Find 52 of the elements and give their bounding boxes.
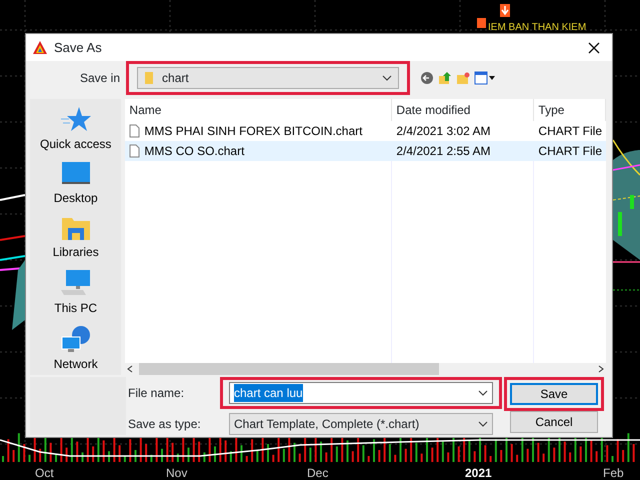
file-type: CHART File — [537, 123, 603, 140]
save-as-type-label: Save as type: — [128, 416, 202, 433]
place-item[interactable]: This PC — [54, 269, 98, 317]
chevron-icon — [478, 421, 488, 427]
indicator-line — [613, 261, 640, 263]
place-item[interactable]: Libraries — [52, 215, 99, 261]
app-logo-icon — [32, 40, 48, 56]
file-name: MMS CO SO.chart — [144, 143, 244, 160]
indicator-line — [0, 255, 26, 261]
file-name-field[interactable]: chart can luu — [229, 382, 493, 404]
folder-icon — [144, 71, 154, 85]
file-date: 2/4/2021 3:02 AM — [395, 123, 492, 140]
chart-label: IEM BAN THAN KIEM — [488, 22, 586, 33]
candle — [630, 195, 634, 209]
axis-label: Oct — [35, 466, 54, 480]
file-icon — [129, 124, 140, 138]
scroll-right-icon[interactable] — [596, 364, 606, 374]
window-title: Save As — [54, 38, 102, 57]
monitor-icon — [60, 161, 91, 187]
file-type: CHART File — [537, 143, 603, 160]
axis-label: 2021 — [465, 466, 492, 480]
dialog-button[interactable]: Cancel — [510, 411, 598, 433]
indicator-line — [0, 235, 26, 241]
chevron-icon — [478, 390, 488, 396]
computer-icon — [60, 269, 91, 297]
candle — [618, 212, 622, 236]
chevron-icon — [382, 75, 392, 81]
file-date: 2/4/2021 2:55 AM — [395, 143, 492, 160]
folder-dropdown[interactable]: chart — [137, 67, 400, 89]
place-item[interactable]: Quick access — [40, 105, 112, 153]
star-icon — [60, 105, 91, 133]
up-folder-icon[interactable] — [438, 71, 452, 85]
network-icon — [60, 325, 91, 353]
new-folder-icon[interactable] — [456, 71, 470, 85]
file-name-label: File name: — [128, 385, 186, 402]
file-row[interactable]: MMS CO SO.chart 2/4/2021 2:55 AM CHART File — [125, 141, 606, 161]
place-item[interactable]: Network — [54, 325, 98, 373]
scroll-thumb[interactable] — [139, 363, 440, 375]
folder-icon — [60, 215, 91, 241]
indicator-line — [0, 194, 26, 201]
back-icon[interactable] — [420, 71, 434, 85]
indicator-line — [612, 196, 640, 200]
dialog-button[interactable]: Save — [510, 383, 598, 405]
axis-label: Nov — [166, 466, 188, 480]
view-menu-icon[interactable] — [474, 71, 496, 85]
file-type-dropdown[interactable]: Chart Template, Complete (*.chart) — [229, 413, 493, 435]
save-in-label: Save in — [80, 70, 120, 87]
file-icon — [129, 144, 140, 158]
axis-label: Dec — [307, 466, 328, 480]
axis-label: Feb — [603, 466, 624, 480]
place-item[interactable]: Desktop — [54, 161, 98, 207]
file-name: MMS PHAI SINH FOREX BITCOIN.chart — [144, 123, 362, 140]
